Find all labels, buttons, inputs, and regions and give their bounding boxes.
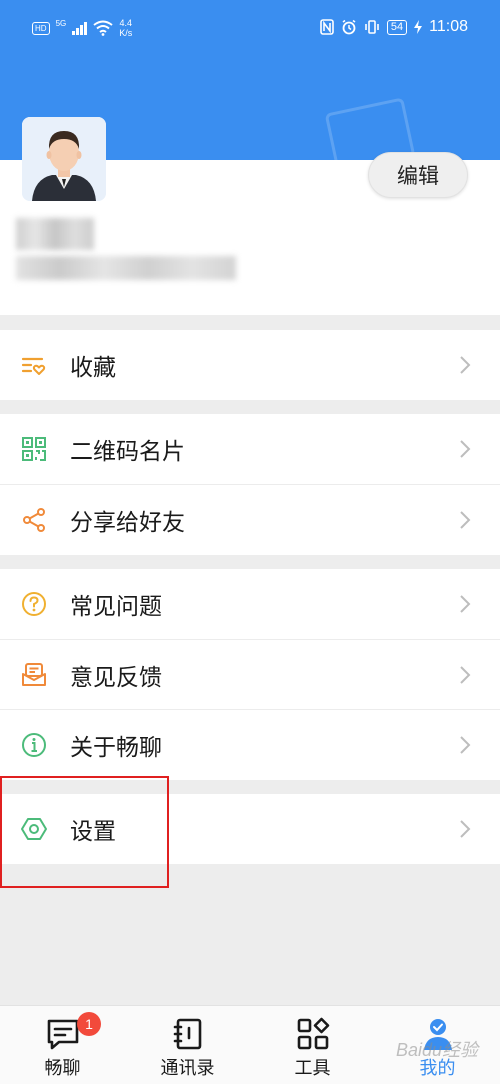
avatar-image	[22, 117, 106, 201]
menu-row-feedback[interactable]: 意见反馈	[0, 640, 500, 710]
signal-icon	[72, 21, 88, 35]
network-type: 5G	[55, 18, 67, 28]
menu-row-favorites[interactable]: 收藏	[0, 330, 500, 400]
wifi-icon	[93, 20, 113, 36]
highlight-box	[0, 776, 169, 888]
header-decoration	[324, 97, 416, 160]
status-right: 54 11:08	[320, 18, 468, 36]
profile-card: 编辑	[0, 117, 500, 315]
net-speed-value: 4.4	[119, 18, 132, 28]
status-bar: HD 5G 4.4 K/s 54 11:08	[0, 0, 500, 58]
hd-badge: HD	[32, 21, 50, 35]
chevron-right-icon	[460, 820, 471, 838]
charging-icon	[414, 20, 423, 34]
info-icon	[20, 731, 48, 759]
favorite-list-icon	[20, 351, 48, 379]
chevron-right-icon	[460, 595, 471, 613]
watermark-text: Baidu经验	[395, 1040, 478, 1060]
menu-row-about[interactable]: 关于畅聊	[0, 710, 500, 780]
net-speed: 4.4 K/s	[119, 18, 132, 38]
contacts-book-icon	[173, 1018, 201, 1050]
tab-chat[interactable]: 1 畅聊	[0, 1006, 125, 1084]
bottom-tab-bar: 1 畅聊 通讯录 工具 我的 Baidu经验	[0, 1005, 500, 1084]
menu-label-faq: 常见问题	[70, 593, 162, 619]
chat-bubble-icon	[47, 1019, 78, 1050]
unread-badge: 1	[77, 1012, 101, 1036]
tab-label-chat: 畅聊	[44, 1058, 81, 1078]
menu-row-faq[interactable]: 常见问题	[0, 569, 500, 639]
tab-label-tools: 工具	[294, 1058, 331, 1078]
menu-label-qr-card: 二维码名片	[70, 438, 185, 464]
qr-code-icon	[20, 435, 48, 463]
tab-tools[interactable]: 工具	[250, 1006, 375, 1084]
edit-profile-button[interactable]: 编辑	[368, 152, 468, 198]
tab-me[interactable]: 我的 Baidu经验	[375, 1006, 500, 1084]
grid-apps-icon	[297, 1017, 329, 1050]
nfc-icon	[320, 19, 334, 35]
menu-label-favorites: 收藏	[70, 354, 116, 380]
vibrate-icon	[365, 20, 379, 34]
status-left: HD 5G 4.4 K/s	[32, 18, 132, 38]
chevron-right-icon	[460, 440, 471, 458]
tab-contacts[interactable]: 通讯录	[125, 1006, 250, 1084]
net-speed-unit: K/s	[119, 28, 133, 38]
blurred-username	[16, 218, 94, 250]
question-icon	[20, 590, 48, 618]
battery-level: 54	[386, 19, 408, 35]
tab-label-contacts: 通讯录	[160, 1058, 215, 1078]
chevron-right-icon	[460, 511, 471, 529]
avatar[interactable]	[22, 117, 106, 201]
blurred-account-id	[16, 256, 236, 280]
menu-label-about: 关于畅聊	[70, 734, 162, 760]
share-icon	[20, 506, 48, 534]
menu-row-share[interactable]: 分享给好友	[0, 485, 500, 555]
alarm-icon	[342, 19, 356, 35]
feedback-icon	[20, 661, 48, 689]
chevron-right-icon	[460, 356, 471, 374]
chevron-right-icon	[460, 736, 471, 754]
chevron-right-icon	[460, 666, 471, 684]
clock: 11:08	[429, 18, 468, 35]
menu-label-share: 分享给好友	[70, 509, 185, 535]
menu-label-feedback: 意见反馈	[70, 664, 162, 690]
menu-row-qr-card[interactable]: 二维码名片	[0, 414, 500, 484]
